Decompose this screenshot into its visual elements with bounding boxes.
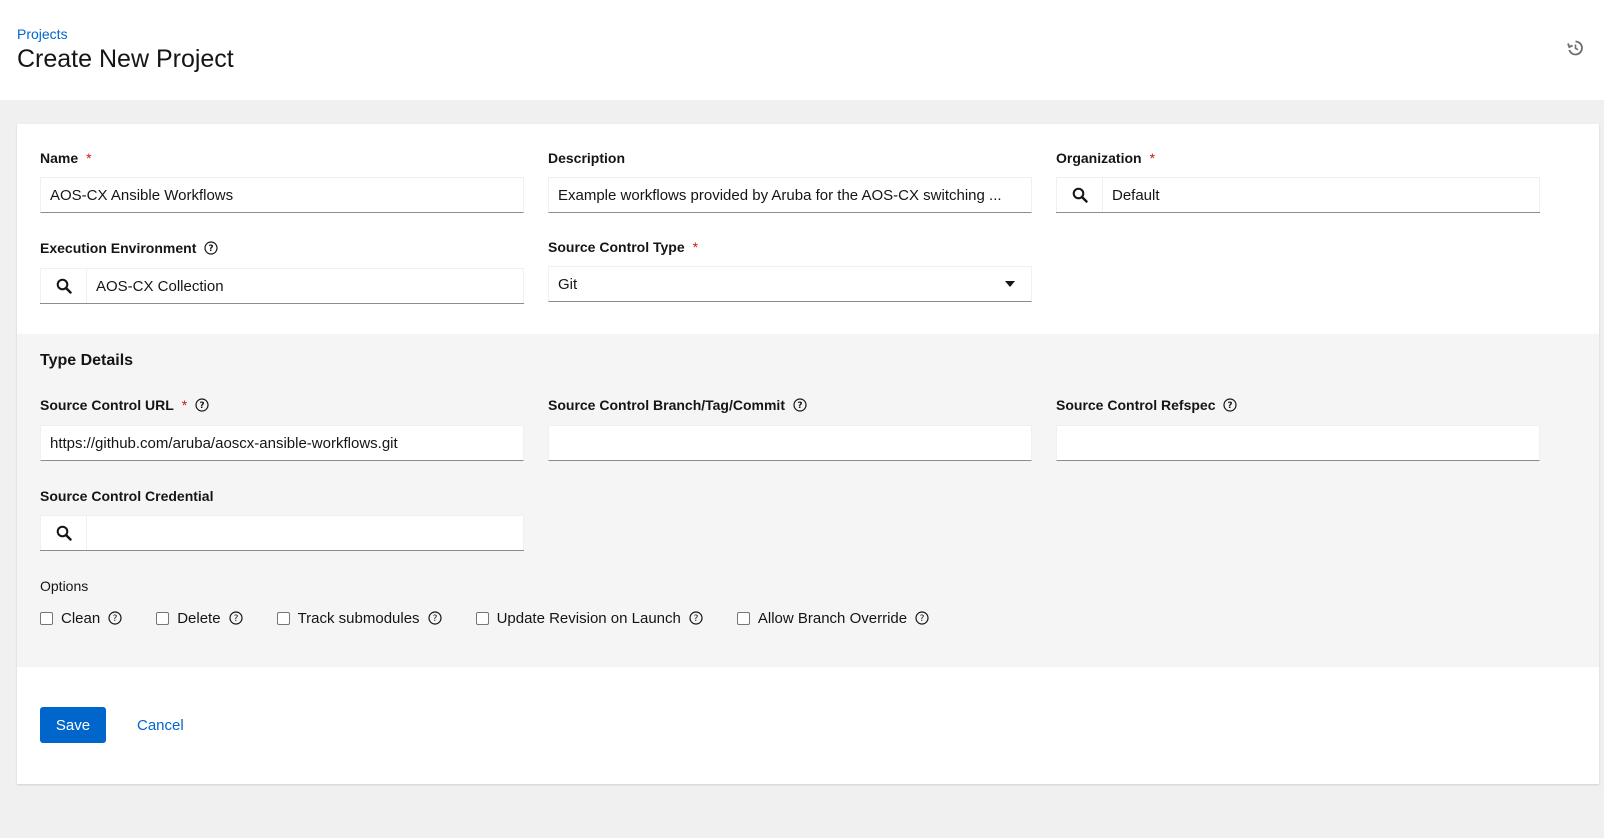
- source-control-credential-label: Source Control Credential: [40, 488, 214, 504]
- source-control-branch-input[interactable]: [548, 425, 1032, 461]
- source-control-type-value: Git: [558, 275, 578, 293]
- help-icon[interactable]: ?: [793, 398, 807, 412]
- clean-checkbox[interactable]: [40, 611, 53, 625]
- source-control-url-label: Source Control URL * ?: [40, 397, 209, 413]
- option-delete[interactable]: Delete ?: [156, 610, 243, 627]
- type-details-title: Type Details: [40, 352, 134, 369]
- description-input[interactable]: Example workflows provided by Aruba for …: [548, 177, 1032, 213]
- page-title: Create New Project: [17, 45, 234, 73]
- search-icon: [56, 525, 72, 541]
- execution-environment-lookup: AOS-CX Collection: [40, 268, 524, 304]
- help-icon[interactable]: ?: [204, 241, 218, 255]
- description-label: Description: [548, 150, 626, 166]
- organization-lookup: Default: [1056, 177, 1540, 213]
- svg-text:?: ?: [209, 244, 214, 254]
- cancel-button[interactable]: Cancel: [137, 714, 184, 736]
- execution-environment-label: Execution Environment ?: [40, 240, 218, 256]
- required-indicator: *: [181, 397, 188, 413]
- allow-branch-override-checkbox[interactable]: [736, 611, 750, 625]
- required-indicator: *: [86, 150, 92, 166]
- project-form-card: Name * AOS-CX Ansible Workflows Descripti…: [17, 124, 1599, 784]
- help-icon[interactable]: ?: [427, 611, 442, 625]
- source-control-credential-lookup: [40, 515, 524, 551]
- source-control-credential-input[interactable]: [87, 515, 524, 550]
- svg-text:?: ?: [233, 614, 238, 624]
- option-update-revision-on-launch[interactable]: Update Revision on Launch ?: [475, 610, 703, 627]
- svg-text:?: ?: [797, 401, 802, 411]
- update-revision-checkbox[interactable]: [475, 611, 489, 625]
- caret-down-icon: [1005, 281, 1015, 287]
- source-control-refspec-input[interactable]: [1056, 425, 1540, 461]
- required-indicator: *: [692, 239, 699, 255]
- options-label: Options: [40, 578, 89, 594]
- svg-text:?: ?: [113, 614, 118, 624]
- breadcrumb-projects[interactable]: Projects: [17, 26, 68, 42]
- option-clean[interactable]: Clean ?: [40, 610, 122, 627]
- page-header: Projects Create New Project: [0, 0, 1604, 100]
- organization-label: Organization *: [1056, 150, 1156, 166]
- help-icon[interactable]: ?: [108, 611, 122, 625]
- delete-checkbox[interactable]: [156, 611, 170, 625]
- search-icon: [56, 278, 72, 294]
- svg-text:?: ?: [1228, 401, 1233, 411]
- svg-text:?: ?: [693, 614, 698, 624]
- source-control-branch-label: Source Control Branch/Tag/Commit ?: [548, 397, 807, 413]
- search-icon: [1072, 187, 1088, 203]
- history-button[interactable]: [1565, 38, 1585, 58]
- execution-environment-input[interactable]: AOS-CX Collection: [87, 268, 524, 303]
- help-icon[interactable]: ?: [915, 611, 929, 625]
- option-allow-branch-override[interactable]: Allow Branch Override ?: [736, 610, 929, 627]
- source-control-url-input[interactable]: https://github.com/aruba/aoscx-ansible-w…: [40, 425, 524, 461]
- organization-search-button[interactable]: [1056, 177, 1103, 212]
- history-icon: [1567, 40, 1583, 56]
- name-input[interactable]: AOS-CX Ansible Workflows: [40, 177, 524, 213]
- svg-text:?: ?: [200, 401, 205, 411]
- help-icon[interactable]: ?: [1223, 398, 1238, 412]
- source-control-refspec-label: Source Control Refspec ?: [1056, 397, 1238, 413]
- option-track-submodules[interactable]: Track submodules ?: [276, 610, 442, 627]
- credential-search-button[interactable]: [40, 515, 87, 550]
- save-button[interactable]: Save: [40, 707, 106, 743]
- source-control-type-select[interactable]: Git: [548, 266, 1032, 302]
- help-icon[interactable]: ?: [689, 611, 703, 625]
- options-row: Clean ? Delete ? Track submodules ? Upda…: [40, 608, 963, 628]
- svg-text:?: ?: [920, 614, 925, 624]
- svg-text:?: ?: [432, 614, 437, 624]
- required-indicator: *: [1149, 150, 1156, 166]
- help-icon[interactable]: ?: [228, 611, 243, 625]
- organization-input[interactable]: Default: [1103, 177, 1540, 212]
- help-icon[interactable]: ?: [195, 398, 209, 412]
- name-label: Name *: [40, 150, 92, 166]
- source-control-type-label: Source Control Type *: [548, 239, 699, 255]
- execution-environment-search-button[interactable]: [40, 268, 87, 303]
- track-submodules-checkbox[interactable]: [276, 611, 290, 625]
